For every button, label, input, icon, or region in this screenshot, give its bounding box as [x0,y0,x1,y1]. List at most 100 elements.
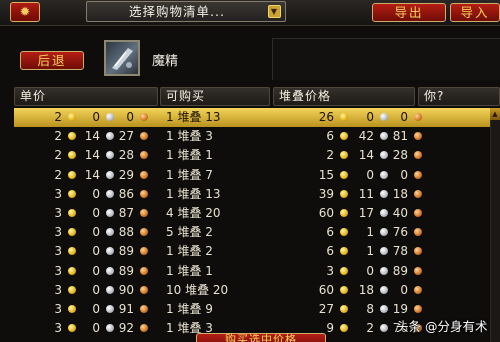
import-button[interactable]: 导入 [450,3,500,22]
price-pg: 2 [54,148,62,163]
table-row[interactable]: 3 0 88 6 1 76 5 堆叠 2 [14,223,490,242]
price-sg: 15 [318,167,334,182]
price-pg: 3 [54,205,62,220]
column-header-you[interactable]: 你? [418,87,500,106]
price-ps: 0 [92,110,100,124]
price-pc: 89 [118,244,134,259]
buyable-stacks: 10 堆叠 20 [166,282,229,297]
price-sg: 39 [318,186,334,201]
price-ss: 42 [358,129,374,144]
column-header-stack-price[interactable]: 堆叠价格 [273,87,415,106]
table-row[interactable]: 2 0 0 26 0 0 1 堆叠 13 [14,108,490,128]
copper-coin-icon [414,151,422,160]
price-sc: 0 [400,110,408,124]
price-sc: 76 [392,225,408,240]
price-ss: 8 [366,301,374,316]
dropdown-label: 选择购物清单... [129,4,225,19]
price-pg: 3 [54,263,62,278]
price-ps: 0 [92,244,100,259]
chevron-down-icon[interactable]: ▼ [268,5,281,18]
copper-coin-icon [140,151,148,160]
price-ps: 14 [84,167,100,182]
column-header-buyable[interactable]: 可购买 [160,87,270,106]
price-pg: 2 [54,167,62,182]
copper-coin-icon [414,285,422,294]
scroll-up-icon[interactable]: ▲ [490,108,500,120]
copper-coin-icon [140,304,148,313]
price-sc: 0 [400,167,408,182]
table-row[interactable]: 2 14 28 2 14 28 1 堆叠 1 [14,146,490,165]
table-row[interactable]: 2 14 27 6 42 81 1 堆叠 3 [14,127,490,146]
table-row[interactable]: 3 0 89 6 1 78 1 堆叠 2 [14,242,490,261]
price-ps: 0 [92,321,100,336]
magic-dust-icon [104,40,140,76]
price-sc: 40 [392,205,408,220]
buyable-stacks: 1 堆叠 7 [166,167,213,182]
price-ps: 0 [92,301,100,316]
copper-coin-icon [414,113,422,121]
copper-coin-icon [140,189,148,198]
price-sc: 89 [392,263,408,278]
table-row[interactable]: 3 0 87 60 17 40 4 堆叠 20 [14,204,490,223]
price-pc: 92 [118,321,134,336]
copper-coin-icon [414,189,422,198]
column-header-price[interactable]: 单价 [14,87,158,106]
buyable-stacks: 1 堆叠 9 [166,301,213,316]
buyable-stacks: 1 堆叠 3 [166,129,213,144]
price-ps: 0 [92,205,100,220]
price-ss: 11 [358,186,374,201]
copper-coin-icon [140,247,148,256]
copper-coin-icon [140,228,148,237]
copper-coin-icon [140,324,148,333]
price-sg: 6 [326,244,334,259]
buy-selected-button[interactable]: 购买选中价格 [196,333,326,342]
table-row[interactable]: 2 14 29 15 0 0 1 堆叠 7 [14,166,490,185]
price-sc: 28 [392,148,408,163]
price-pg: 3 [54,225,62,240]
price-pc: 27 [118,129,134,144]
price-sc: 0 [400,282,408,297]
back-button[interactable]: 后退 [20,51,84,70]
item-detail-panel [272,38,500,80]
auction-list: 2 0 0 26 0 0 1 堆叠 13 2 14 27 6 42 81 1 堆叠 3 2 14 28 2 14 28… [14,108,490,342]
price-pc: 90 [118,282,134,297]
price-sg: 2 [326,148,334,163]
price-ps: 14 [84,129,100,144]
price-ss: 0 [366,263,374,278]
price-pg: 2 [54,129,62,144]
price-pg: 3 [54,244,62,259]
buyable-stacks: 1 堆叠 1 [166,263,213,278]
price-sg: 27 [318,301,334,316]
price-ps: 0 [92,225,100,240]
price-sg: 60 [318,282,334,297]
price-pg: 3 [54,282,62,297]
price-pg: 2 [54,110,62,124]
copper-coin-icon [414,304,422,313]
copper-coin-icon [140,170,148,179]
export-button[interactable]: 导出 [372,3,446,22]
price-ss: 1 [366,244,374,259]
price-pc: 28 [118,148,134,163]
price-sg: 6 [326,225,334,240]
buyable-stacks: 1 堆叠 13 [166,186,221,201]
buyable-stacks: 1 堆叠 13 [166,110,221,124]
price-pc: 91 [118,301,134,316]
item-name: 魔精 [152,54,179,69]
price-ss: 14 [358,148,374,163]
price-sg: 3 [326,263,334,278]
watermark: 头条 @分身有术 [396,319,488,334]
scrollbar[interactable] [490,108,500,342]
table-row[interactable]: 3 0 90 60 18 0 10 堆叠 20 [14,281,490,300]
price-ss: 0 [366,167,374,182]
gear-icon-button[interactable]: ✹ [10,2,40,22]
copper-coin-icon [414,266,422,275]
table-row[interactable]: 3 0 89 3 0 89 1 堆叠 1 [14,262,490,281]
copper-coin-icon [414,228,422,237]
price-ps: 14 [84,148,100,163]
buyable-stacks: 5 堆叠 2 [166,225,213,240]
price-ss: 18 [358,282,374,297]
price-sc: 81 [392,129,408,144]
table-row[interactable]: 3 0 86 39 11 18 1 堆叠 13 [14,185,490,204]
shopping-list-dropdown[interactable]: 选择购物清单... ▼ [86,1,286,22]
price-ss: 17 [358,205,374,220]
